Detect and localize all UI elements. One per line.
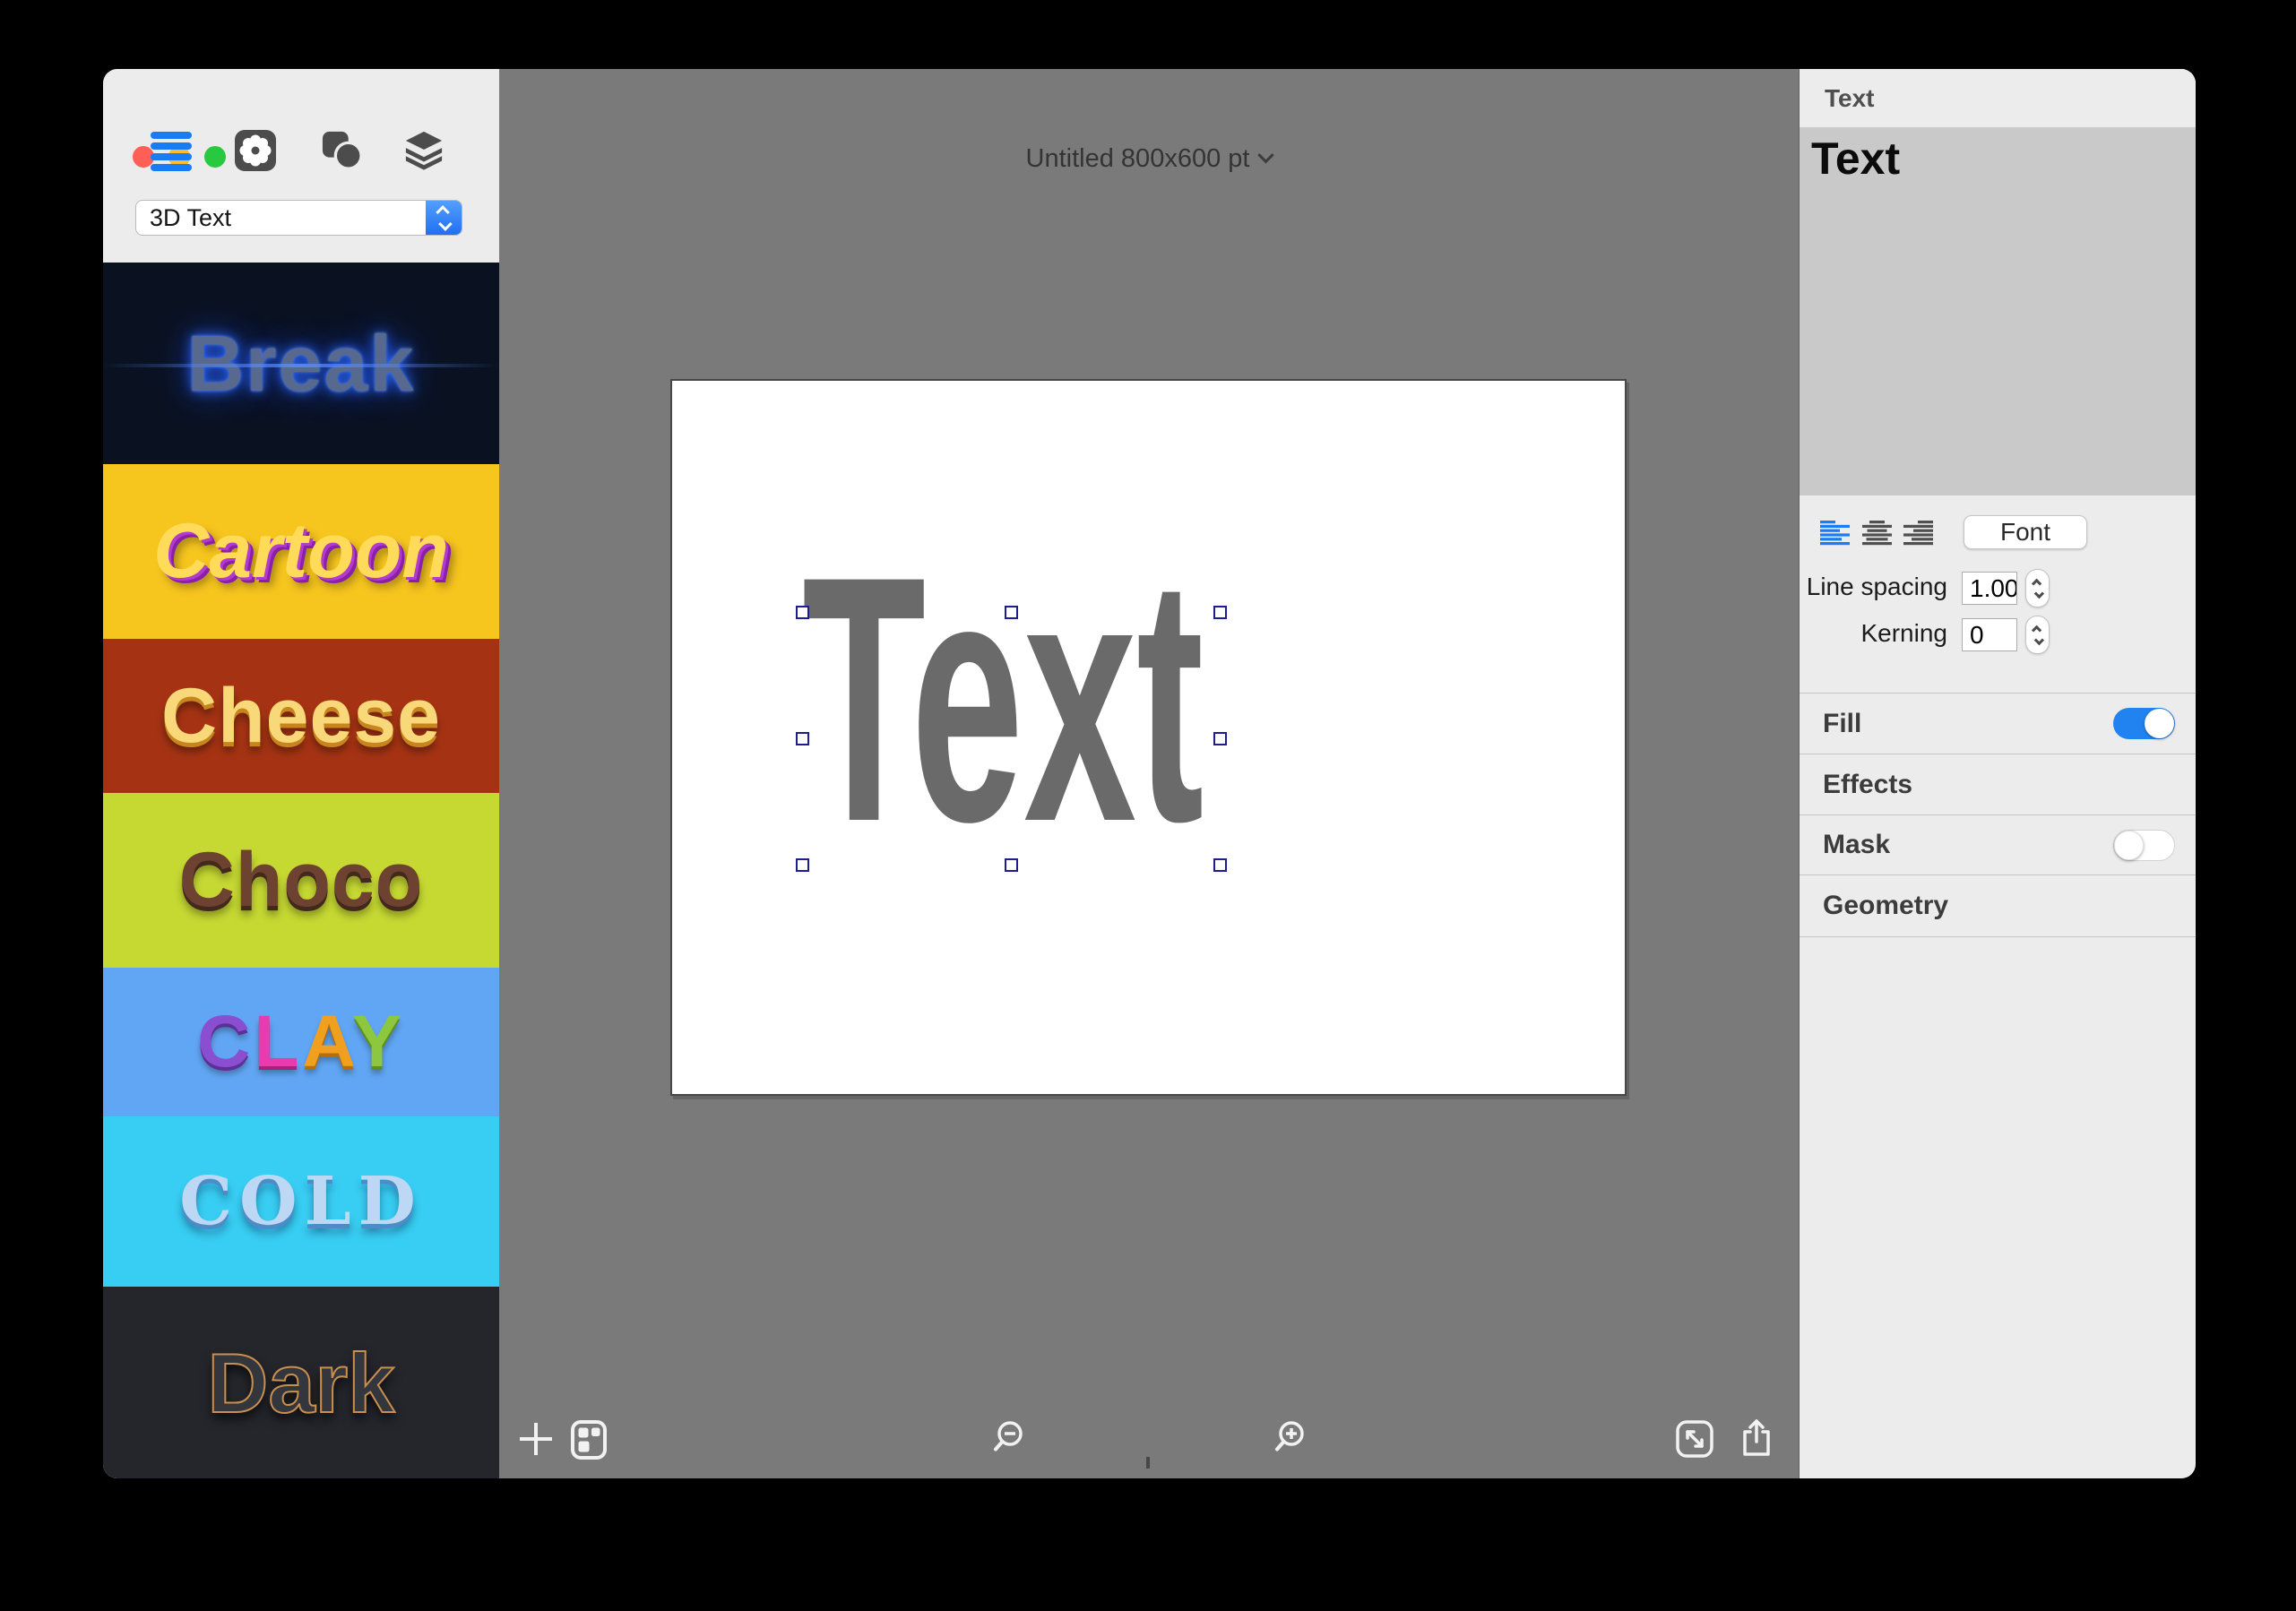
sidebar-toolbar — [103, 130, 499, 171]
dropdown-stepper-icon — [426, 201, 462, 235]
selection-handle-bottom-right[interactable] — [1213, 858, 1227, 872]
gallery-view-button[interactable] — [569, 1419, 609, 1460]
section-mask[interactable]: Mask — [1800, 814, 2196, 874]
section-fill-label: Fill — [1823, 708, 1862, 738]
preset-label: Cartoon — [153, 508, 449, 594]
glow-streak — [103, 363, 499, 367]
section-geometry-label: Geometry — [1823, 891, 1949, 920]
styles-list-button[interactable] — [151, 130, 192, 171]
document-title-text: Untitled 800x600 pt — [1025, 144, 1250, 173]
bottom-toolbar — [499, 1413, 1799, 1469]
line-spacing-stepper[interactable] — [2025, 569, 2050, 607]
align-left-button[interactable] — [1820, 521, 1850, 546]
selection-handle-top-left[interactable] — [796, 606, 809, 619]
sidebar: 3D Text Break Cartoon Cheese Choco CLAY — [103, 69, 499, 1478]
settings-button[interactable] — [235, 130, 276, 171]
gallery-grid-icon — [571, 1420, 607, 1460]
canvas-area: Untitled 800x600 pt Text — [499, 69, 1799, 1478]
inspector-header: Text — [1800, 69, 2196, 127]
add-layer-button[interactable] — [516, 1419, 556, 1459]
style-category-dropdown[interactable]: 3D Text — [135, 200, 462, 236]
chevron-down-icon — [437, 216, 453, 231]
preset-item-cheese[interactable]: Cheese — [103, 639, 499, 793]
share-button[interactable] — [1737, 1417, 1776, 1459]
text-object[interactable]: Text — [802, 524, 1204, 874]
section-effects[interactable]: Effects — [1800, 754, 2196, 814]
toggle-knob — [2145, 709, 2174, 738]
dropdown-value: 3D Text — [150, 203, 232, 231]
stepper-up-icon — [2031, 625, 2041, 635]
preset-label: CLAY — [197, 1001, 405, 1082]
section-effects-label: Effects — [1823, 769, 1913, 799]
selection-handle-mid-left[interactable] — [796, 732, 809, 745]
preset-item-break[interactable]: Break — [103, 263, 499, 464]
preset-label: Cheese — [161, 672, 441, 759]
stepper-up-icon — [2031, 578, 2041, 589]
line-spacing-input[interactable] — [1962, 572, 2017, 605]
stepper-down-icon — [2033, 588, 2044, 599]
kerning-input[interactable] — [1962, 618, 2017, 651]
selection-handle-mid-right[interactable] — [1213, 732, 1227, 745]
align-left-icon — [1820, 521, 1850, 546]
zoom-out-button[interactable] — [991, 1419, 1031, 1459]
layers-icon — [405, 131, 443, 170]
preset-label: COLD — [179, 1163, 423, 1240]
inspector-panel: Text Text Font Line spacing 1.00 Kerning… — [1799, 69, 2196, 1478]
selection-handle-top-right[interactable] — [1213, 606, 1227, 619]
document-title[interactable]: Untitled 800x600 pt — [499, 144, 1799, 174]
preset-list: Break Cartoon Cheese Choco CLAY COLD Dar… — [103, 263, 499, 1478]
design-canvas[interactable]: Text — [670, 379, 1627, 1096]
plus-icon — [520, 1423, 552, 1455]
section-mask-label: Mask — [1823, 830, 1891, 859]
shapes-icon — [322, 131, 363, 170]
inspector-sections: Fill Effects Mask Geometry — [1800, 693, 2196, 937]
align-right-icon — [1903, 521, 1933, 546]
selection-handle-bottom-center[interactable] — [1005, 858, 1018, 872]
chevron-down-icon — [1257, 147, 1275, 164]
chevron-up-icon — [435, 204, 450, 220]
preset-label: Choco — [178, 837, 424, 923]
toggle-knob — [2114, 830, 2144, 860]
layers-button[interactable] — [403, 130, 445, 171]
align-right-button[interactable] — [1903, 521, 1933, 546]
fill-toggle[interactable] — [2113, 708, 2175, 739]
app-window: 3D Text Break Cartoon Cheese Choco CLAY — [103, 69, 2196, 1478]
zoom-in-button[interactable] — [1273, 1419, 1312, 1459]
share-icon — [1743, 1419, 1770, 1456]
mask-toggle[interactable] — [2113, 829, 2175, 861]
preset-label: Dark — [206, 1335, 395, 1431]
zoom-slider-center-tick — [1146, 1457, 1150, 1469]
align-center-button[interactable] — [1862, 521, 1892, 546]
text-content-value: Text — [1811, 134, 1901, 184]
zoom-out-icon — [994, 1421, 1023, 1452]
shapes-button[interactable] — [322, 130, 363, 171]
text-content-editor[interactable]: Text — [1800, 127, 2196, 495]
font-button[interactable]: Font — [1964, 515, 2087, 549]
kerning-label: Kerning — [1860, 619, 1947, 647]
preset-item-dark[interactable]: Dark — [103, 1287, 499, 1478]
preset-item-choco[interactable]: Choco — [103, 793, 499, 968]
zoom-in-icon — [1275, 1421, 1304, 1452]
preset-item-cartoon[interactable]: Cartoon — [103, 464, 499, 639]
section-geometry[interactable]: Geometry — [1800, 874, 2196, 937]
selection-handle-top-center[interactable] — [1005, 606, 1018, 619]
section-fill[interactable]: Fill — [1800, 693, 2196, 754]
stepper-down-icon — [2033, 634, 2044, 645]
line-spacing-label: Line spacing — [1806, 573, 1947, 600]
selection-handle-bottom-left[interactable] — [796, 858, 809, 872]
expand-icon — [1676, 1420, 1713, 1458]
list-icon — [151, 132, 192, 171]
preset-item-cold[interactable]: COLD — [103, 1116, 499, 1287]
inspector-header-title: Text — [1825, 83, 1875, 112]
gear-icon — [235, 130, 276, 171]
expand-canvas-button[interactable] — [1675, 1419, 1714, 1459]
kerning-stepper[interactable] — [2025, 616, 2050, 654]
preset-item-clay[interactable]: CLAY — [103, 968, 499, 1116]
align-center-icon — [1862, 521, 1892, 546]
